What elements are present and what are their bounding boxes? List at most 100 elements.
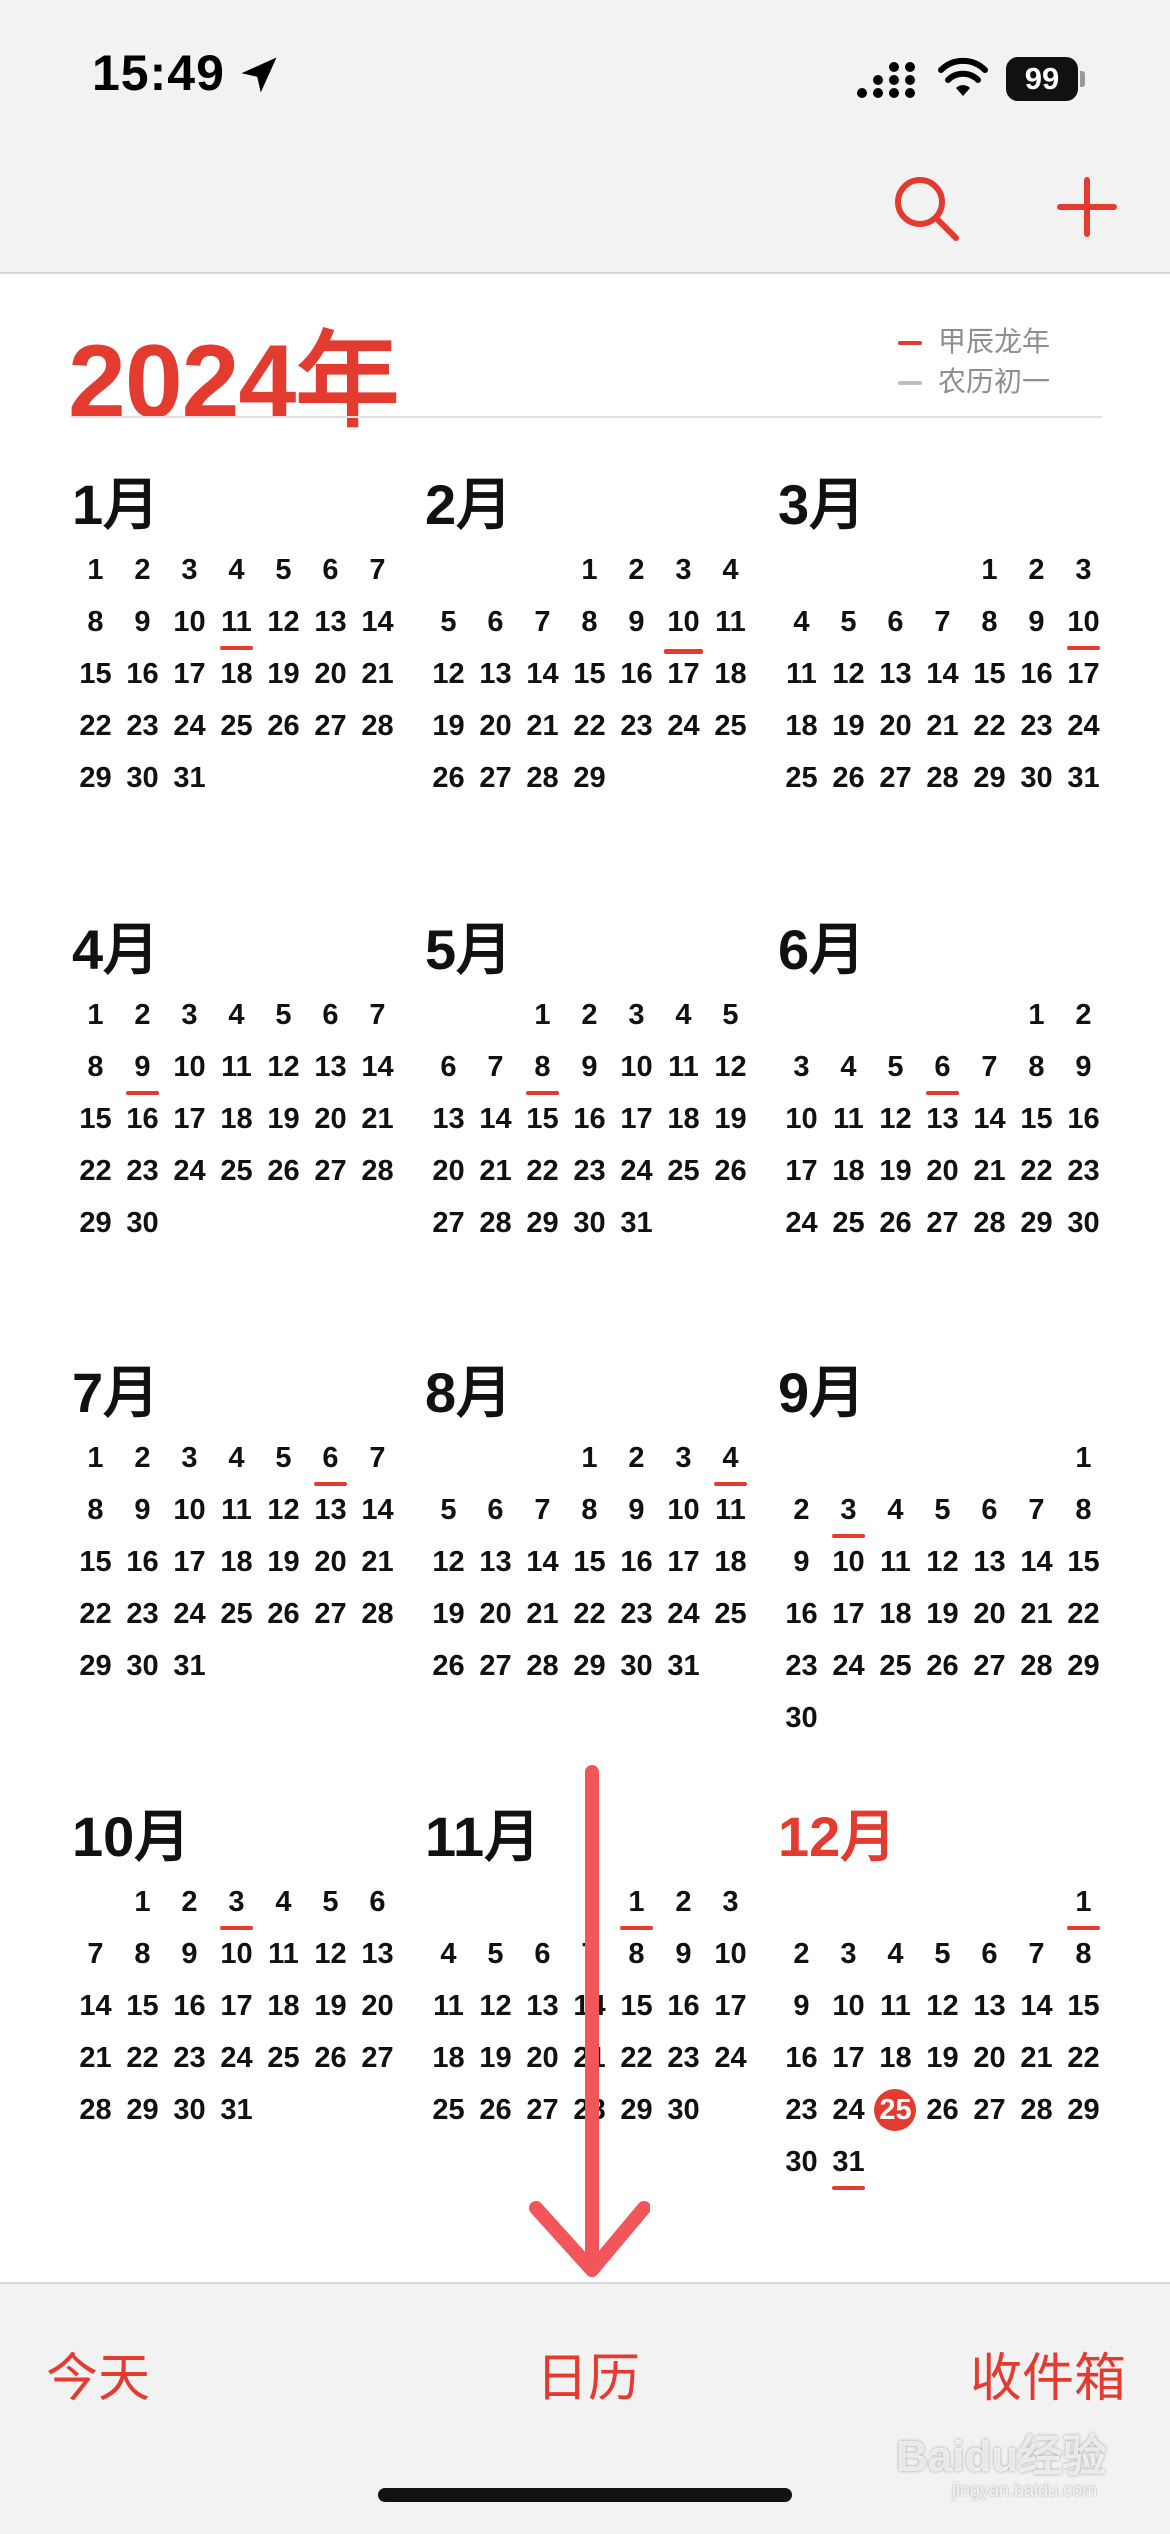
day-cell[interactable]: 21 [919, 700, 966, 752]
day-cell[interactable]: 29 [72, 1197, 119, 1249]
day-cell[interactable]: 23 [119, 1588, 166, 1640]
day-cell[interactable]: 2 [119, 989, 166, 1041]
day-cell[interactable]: 6 [307, 1432, 354, 1486]
day-cell[interactable]: 1 [72, 544, 119, 596]
day-cell[interactable]: 15 [72, 648, 119, 700]
day-cell[interactable]: 26 [307, 2032, 354, 2084]
day-cell[interactable]: 28 [472, 1197, 519, 1249]
day-cell[interactable]: 7 [1013, 1928, 1060, 1980]
day-cell[interactable]: 10 [825, 1980, 872, 2032]
day-cell[interactable]: 27 [472, 1640, 519, 1692]
day-cell[interactable]: 3 [707, 1876, 754, 1928]
day-cell[interactable]: 6 [966, 1484, 1013, 1536]
day-cell[interactable]: 1 [1013, 989, 1060, 1041]
day-cell[interactable]: 19 [260, 648, 307, 700]
day-cell[interactable]: 8 [72, 596, 119, 648]
day-cell[interactable]: 4 [707, 1432, 754, 1486]
day-cell[interactable]: 18 [872, 1588, 919, 1640]
day-cell[interactable]: 7 [354, 1432, 401, 1484]
day-cell[interactable]: 23 [1013, 700, 1060, 752]
day-cell[interactable]: 14 [354, 1484, 401, 1536]
day-cell[interactable]: 21 [72, 2032, 119, 2084]
day-cell[interactable]: 28 [354, 700, 401, 752]
day-cell[interactable]: 25 [872, 1640, 919, 1692]
day-cell[interactable]: 14 [354, 1041, 401, 1093]
day-cell[interactable]: 12 [260, 596, 307, 648]
day-cell[interactable]: 28 [72, 2084, 119, 2136]
day-cell[interactable]: 5 [260, 989, 307, 1041]
day-cell[interactable]: 9 [119, 1484, 166, 1536]
day-cell[interactable]: 13 [307, 596, 354, 648]
day-cell[interactable]: 18 [213, 1093, 260, 1145]
day-cell[interactable]: 21 [1013, 2032, 1060, 2084]
day-cell[interactable]: 26 [825, 752, 872, 804]
day-cell[interactable]: 20 [307, 1536, 354, 1588]
day-cell[interactable]: 26 [919, 2084, 966, 2136]
day-cell[interactable]: 30 [1013, 752, 1060, 804]
day-cell[interactable]: 24 [825, 2084, 872, 2136]
day-cell[interactable]: 13 [307, 1041, 354, 1093]
day-cell[interactable]: 24 [825, 1640, 872, 1692]
month-10[interactable]: 10月 1 2 3 4 5 6 7 8 9 10 11 12 13 14 15 16 17 18 19 20 21 22 23… [72, 1792, 394, 2188]
day-cell[interactable]: 3 [166, 544, 213, 596]
day-cell[interactable]: 16 [1060, 1093, 1107, 1145]
day-cell[interactable]: 23 [566, 1145, 613, 1197]
day-cell[interactable]: 5 [919, 1484, 966, 1536]
day-cell[interactable]: 9 [613, 596, 660, 648]
day-cell[interactable]: 2 [613, 544, 660, 596]
month-1[interactable]: 1月 1 2 3 4 5 6 7 8 9 10 11 12 13 14 15 16 17 18 19 20 21 22 23 2… [72, 460, 394, 856]
day-cell[interactable]: 5 [825, 596, 872, 648]
day-cell[interactable]: 24 [707, 2032, 754, 2084]
day-cell[interactable]: 22 [519, 1145, 566, 1197]
day-cell[interactable]: 13 [472, 1536, 519, 1588]
day-cell[interactable]: 6 [354, 1876, 401, 1928]
day-cell[interactable]: 16 [119, 648, 166, 700]
day-cell[interactable]: 8 [566, 596, 613, 648]
day-cell[interactable]: 17 [660, 648, 707, 700]
day-cell[interactable]: 18 [213, 1536, 260, 1588]
day-cell[interactable]: 10 [213, 1928, 260, 1980]
day-cell[interactable]: 27 [872, 752, 919, 804]
day-cell[interactable]: 11 [707, 596, 754, 648]
day-cell[interactable]: 21 [1013, 1588, 1060, 1640]
day-cell[interactable]: 31 [1060, 752, 1107, 804]
day-cell[interactable]: 21 [519, 700, 566, 752]
day-cell[interactable]: 19 [872, 1145, 919, 1197]
day-cell[interactable]: 6 [425, 1041, 472, 1093]
day-cell[interactable]: 5 [919, 1928, 966, 1980]
day-cell[interactable]: 12 [260, 1484, 307, 1536]
day-cell[interactable]: 28 [519, 1640, 566, 1692]
day-cell[interactable]: 23 [166, 2032, 213, 2084]
day-cell[interactable]: 20 [966, 2032, 1013, 2084]
day-cell[interactable]: 23 [778, 1640, 825, 1692]
day-cell[interactable]: 6 [472, 596, 519, 648]
day-cell[interactable]: 16 [660, 1980, 707, 2032]
day-cell[interactable]: 30 [119, 1197, 166, 1249]
day-cell[interactable]: 13 [966, 1536, 1013, 1588]
day-cell[interactable]: 17 [660, 1536, 707, 1588]
day-cell[interactable]: 1 [566, 544, 613, 596]
day-cell[interactable]: 17 [778, 1145, 825, 1197]
day-cell[interactable]: 16 [613, 1536, 660, 1588]
day-cell[interactable]: 7 [966, 1041, 1013, 1093]
day-cell[interactable]: 31 [166, 1640, 213, 1692]
day-cell[interactable]: 25 [778, 752, 825, 804]
day-cell[interactable]: 1 [72, 1432, 119, 1484]
day-cell[interactable]: 17 [166, 648, 213, 700]
day-cell[interactable]: 8 [519, 1041, 566, 1095]
day-cell[interactable]: 11 [872, 1536, 919, 1588]
day-cell[interactable]: 1 [119, 1876, 166, 1928]
day-cell[interactable]: 10 [660, 1484, 707, 1536]
day-cell[interactable]: 19 [425, 1588, 472, 1640]
day-cell[interactable]: 6 [919, 1041, 966, 1095]
day-cell[interactable]: 29 [72, 1640, 119, 1692]
day-cell[interactable]: 28 [1013, 2084, 1060, 2136]
day-cell[interactable]: 6 [966, 1928, 1013, 1980]
day-cell[interactable]: 19 [707, 1093, 754, 1145]
day-cell[interactable]: 19 [260, 1536, 307, 1588]
day-cell[interactable]: 29 [119, 2084, 166, 2136]
day-cell[interactable]: 21 [966, 1145, 1013, 1197]
tab-today[interactable]: 今天 [46, 2336, 150, 2411]
day-cell[interactable]: 13 [872, 648, 919, 700]
day-cell[interactable]: 25 [213, 700, 260, 752]
